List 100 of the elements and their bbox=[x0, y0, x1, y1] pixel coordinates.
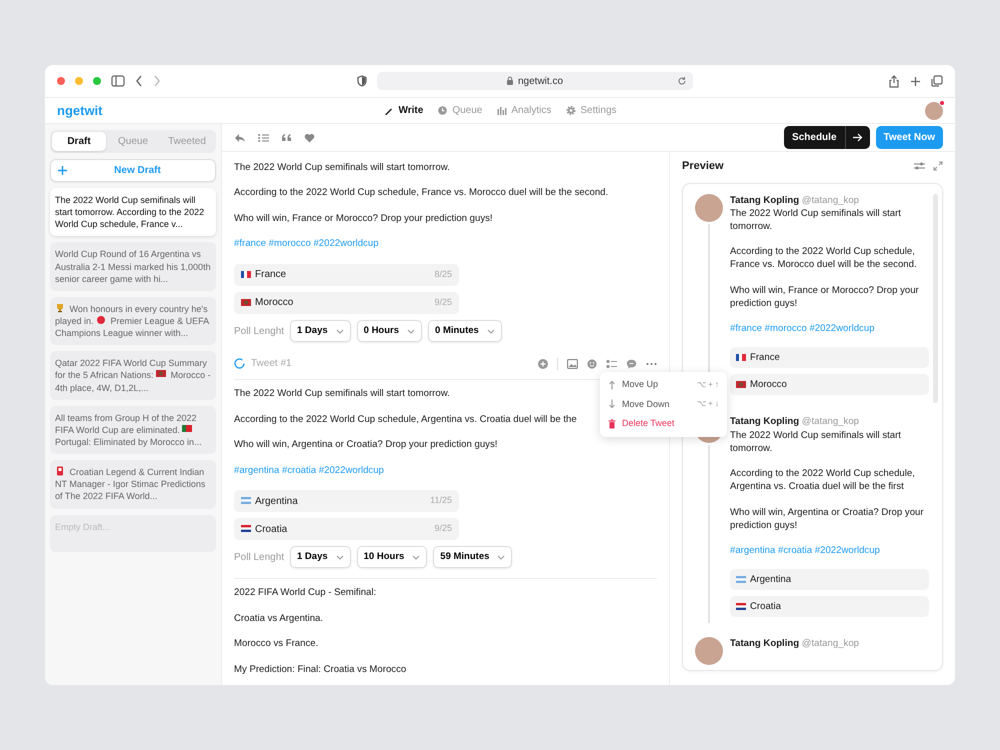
address-bar[interactable]: ngetwit.co bbox=[376, 72, 692, 90]
nav-tab[interactable]: Analytics bbox=[496, 103, 552, 118]
duration-dropdown[interactable]: 10 Hours bbox=[356, 546, 428, 568]
author-handle: @tatang_kop bbox=[802, 194, 859, 206]
duration-dropdown[interactable]: 59 Minutes bbox=[433, 546, 512, 568]
url-text: ngetwit.co bbox=[518, 74, 564, 88]
plus-icon bbox=[58, 166, 67, 175]
draft-card[interactable]: The 2022 World Cup semifinals will start tomorrow. According to the 2022 World Cup schedule, France v... bbox=[50, 188, 216, 236]
flag-icon bbox=[182, 424, 192, 434]
hashtags: #argentina #croatia #2022worldcup bbox=[234, 464, 384, 477]
tweet-text: Who will win, Argentina or Croatia? Drop your prediction guys! bbox=[730, 506, 925, 532]
emoji-icon[interactable] bbox=[587, 358, 597, 369]
draft-card[interactable]: Qatar 2022 FIFA World Cup Summary for the 5 African Nations: Morocco - 4th place, 4W, D1,2L,... bbox=[50, 351, 216, 400]
window-control-icon[interactable] bbox=[57, 77, 65, 85]
option-label: France bbox=[750, 351, 780, 364]
shield-icon bbox=[356, 75, 366, 87]
reply-icon[interactable] bbox=[234, 132, 246, 142]
author-name: Tatang Kopling bbox=[730, 416, 800, 428]
tweet-now-button[interactable]: Tweet Now bbox=[876, 126, 943, 149]
schedule-button[interactable]: Schedule bbox=[784, 126, 870, 149]
author-handle: @tatang_kop bbox=[802, 416, 859, 428]
flag-icon bbox=[736, 574, 746, 585]
arrow-right-icon bbox=[852, 133, 863, 142]
duration-dropdown[interactable]: 1 Days bbox=[290, 320, 351, 342]
duration-dropdown[interactable]: 0 Minutes bbox=[428, 320, 502, 342]
comment-icon[interactable] bbox=[626, 358, 637, 369]
avatar bbox=[695, 637, 723, 666]
chevron-down-icon bbox=[407, 328, 416, 334]
option-label: Croatia bbox=[255, 522, 288, 536]
nav-tab[interactable]: Queue bbox=[437, 103, 482, 118]
tabs-icon[interactable] bbox=[931, 75, 943, 87]
tweet-text: Who will win, Argentina or Croatia? Drop your prediction guys! bbox=[234, 439, 498, 452]
sliders-icon[interactable] bbox=[914, 161, 925, 172]
hashtags: #argentina #croatia #2022worldcup bbox=[730, 544, 881, 558]
image-icon[interactable] bbox=[567, 358, 578, 369]
sidebar-tab[interactable]: Draft bbox=[52, 132, 106, 151]
draft-card[interactable]: All teams from Group H of the 2022 FIFA World Cup are eliminated. Portugal: Eliminated by Morocco in... bbox=[50, 406, 216, 454]
ball-icon bbox=[96, 314, 106, 325]
duration-dropdown[interactable]: 1 Days bbox=[290, 546, 351, 568]
flag-icon bbox=[241, 496, 251, 506]
character-count: 11/25 bbox=[430, 494, 452, 508]
chevron-down-icon bbox=[486, 328, 495, 334]
chevron-down-icon bbox=[336, 328, 344, 334]
character-count: 8/25 bbox=[434, 268, 452, 282]
menu-item[interactable]: Move Up ⌥ + ↑ bbox=[600, 375, 727, 395]
share-icon[interactable] bbox=[888, 74, 900, 88]
back-icon[interactable] bbox=[135, 75, 143, 87]
nav-tab[interactable]: Settings bbox=[565, 103, 616, 118]
poll-icon[interactable] bbox=[606, 358, 617, 369]
nav-tab[interactable]: Write bbox=[384, 103, 424, 118]
menu-item[interactable]: Delete Tweet bbox=[600, 414, 727, 434]
new-draft-button[interactable]: New Draft bbox=[50, 159, 216, 182]
add-icon[interactable] bbox=[538, 358, 548, 369]
keyboard-shortcut: ⌥ + ↓ bbox=[696, 398, 719, 410]
avatar[interactable] bbox=[925, 102, 943, 120]
flag-icon bbox=[736, 602, 746, 612]
draft-card[interactable]: Croatian Legend & Current Indian NT Manager - Igor Stimac Predictions of The 2022 FIFA World... bbox=[50, 460, 216, 509]
trophy-icon bbox=[55, 302, 65, 313]
tweet-text: The 2022 World Cup semifinals will start tomorrow. bbox=[730, 206, 902, 234]
forward-icon[interactable] bbox=[153, 75, 161, 87]
tweet-text: My Prediction: Final: Croatia vs Morocco bbox=[234, 664, 406, 676]
option-label: Morocco bbox=[750, 378, 787, 392]
poll-length-label: Poll Lenght bbox=[234, 324, 284, 338]
card-icon bbox=[55, 466, 65, 476]
heart-icon[interactable] bbox=[304, 132, 315, 142]
tweet-text: According to the 2022 World Cup schedule, Argentina vs. Croatia duel will be the first bbox=[730, 467, 916, 494]
lock-icon bbox=[506, 76, 514, 86]
duration-dropdown[interactable]: 0 Hours bbox=[356, 320, 422, 342]
tweet-number: Tweet #1 bbox=[251, 357, 292, 372]
tweet-text: According to the 2022 World Cup schedule, Argentina vs. Croatia duel will be the bbox=[234, 414, 577, 426]
arrow-up-icon bbox=[608, 380, 616, 390]
character-count: 9/25 bbox=[434, 522, 452, 536]
more-icon[interactable] bbox=[646, 362, 657, 366]
list-icon[interactable] bbox=[258, 132, 269, 142]
draft-card[interactable]: World Cup Round of 16 Argentina vs Australia 2-1 Messi marked his 1,000th senior career game with hi... bbox=[50, 242, 216, 291]
tweet-text: Who will win, France or Morocco? Drop your prediction guys! bbox=[234, 212, 493, 226]
tweet-text: The 2022 World Cup semifinals will start tomorrow. bbox=[234, 388, 450, 401]
tweet-text: Who will win, France or Morocco? Drop your prediction guys! bbox=[730, 284, 920, 310]
trash-icon bbox=[608, 418, 616, 429]
expand-icon[interactable] bbox=[933, 161, 943, 172]
draft-card[interactable]: Won honours in every country he's played in. Premier League & UEFA Champions League winner with... bbox=[50, 296, 216, 346]
tweet-text: 2022 FIFA World Cup - Semifinal: bbox=[234, 587, 376, 600]
menu-item[interactable]: Move Down ⌥ + ↓ bbox=[600, 394, 727, 414]
avatar bbox=[695, 194, 723, 222]
app-logo: ngetwit bbox=[57, 102, 102, 120]
author-name: Tatang Kopling bbox=[730, 638, 800, 650]
option-label: Morocco bbox=[255, 296, 294, 310]
sidebar-toggle-icon[interactable] bbox=[111, 75, 125, 87]
tweet-text: The 2022 World Cup semifinals will start tomorrow. bbox=[730, 428, 902, 456]
clock-icon bbox=[437, 105, 448, 116]
window-control-icon[interactable] bbox=[93, 77, 101, 85]
option-label: Argentina bbox=[750, 573, 792, 586]
tweet-text: Croatia vs Argentina. bbox=[234, 612, 324, 626]
chevron-down-icon bbox=[497, 554, 506, 560]
flag-icon bbox=[241, 524, 251, 534]
reload-icon[interactable] bbox=[676, 76, 686, 86]
quote-icon[interactable] bbox=[281, 133, 292, 142]
tweet-text: Morocco vs France. bbox=[234, 638, 318, 651]
option-label: Argentina bbox=[255, 494, 298, 508]
new-tab-icon[interactable] bbox=[910, 76, 921, 86]
